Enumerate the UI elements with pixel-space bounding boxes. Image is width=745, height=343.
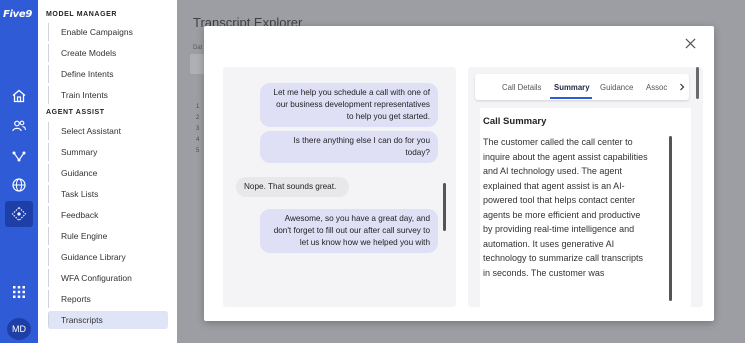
nav-item-select-assistant[interactable]: Select Assistant — [48, 122, 168, 140]
tabs-scrollbar[interactable] — [696, 67, 699, 99]
nav-item-reports[interactable]: Reports — [48, 290, 168, 308]
nav-item-summary[interactable]: Summary — [48, 143, 168, 161]
user-avatar[interactable]: MD — [7, 318, 31, 340]
nav-item-train-intents[interactable]: Train Intents — [48, 86, 168, 104]
section-agent-assist: AGENT ASSIST — [46, 109, 105, 116]
nav-item-feedback[interactable]: Feedback — [48, 206, 168, 224]
users-icon[interactable] — [5, 113, 33, 139]
summary-scrollbar[interactable] — [669, 136, 672, 301]
details-tabs: Call Details Summary Guidance Assoc — [475, 74, 689, 100]
home-icon[interactable] — [5, 83, 33, 109]
tab-assoc[interactable]: Assoc — [646, 74, 667, 100]
tab-call-details[interactable]: Call Details — [502, 74, 541, 100]
agent-assist-icon[interactable] — [5, 201, 33, 227]
row-number: 3 — [196, 126, 200, 132]
nav-item-guidance[interactable]: Guidance — [48, 164, 168, 182]
transcript-scrollbar[interactable] — [443, 183, 446, 231]
active-tab-indicator — [550, 97, 592, 99]
app-rail: Five9 MD — [0, 0, 38, 343]
nav-item-wfa-configuration[interactable]: WFA Configuration — [48, 269, 168, 287]
apps-grid-icon[interactable] — [5, 279, 33, 305]
nav-item-transcripts[interactable]: Transcripts — [48, 311, 168, 329]
close-icon[interactable] — [683, 36, 697, 50]
tab-guidance[interactable]: Guidance — [600, 74, 633, 100]
globe-icon[interactable] — [5, 172, 33, 198]
nav-item-create-models[interactable]: Create Models — [48, 44, 168, 62]
chevron-right-icon[interactable] — [674, 74, 689, 100]
nav-item-define-intents[interactable]: Define Intents — [48, 65, 168, 83]
nav-item-rule-engine[interactable]: Rule Engine — [48, 227, 168, 245]
transcript-modal: Let me help you schedule a call with one… — [204, 26, 714, 321]
nav-item-guidance-library[interactable]: Guidance Library — [48, 248, 168, 266]
details-panel: Call Details Summary Guidance Assoc Call… — [468, 67, 703, 307]
routing-icon[interactable] — [5, 143, 33, 169]
row-number: 2 — [196, 115, 200, 121]
nav-item-enable-campaigns[interactable]: Enable Campaigns — [48, 23, 168, 41]
agent-message: Awesome, so you have a great day, and do… — [260, 209, 438, 253]
customer-message: Nope. That sounds great. — [236, 177, 349, 197]
agent-message: Let me help you schedule a call with one… — [260, 83, 438, 127]
transcript-panel[interactable]: Let me help you schedule a call with one… — [223, 67, 456, 307]
filter-label: Dat — [193, 45, 203, 51]
section-model-manager: MODEL MANAGER — [46, 11, 118, 18]
nav-item-task-lists[interactable]: Task Lists — [48, 185, 168, 203]
row-number: 5 — [196, 148, 200, 154]
five9-logo: Five9 — [3, 9, 33, 20]
agent-message: Is there anything else I can do for you … — [260, 131, 438, 163]
summary-text: The customer called the call center to i… — [483, 137, 648, 278]
row-number: 4 — [196, 137, 200, 143]
summary-title: Call Summary — [483, 116, 547, 127]
secondary-nav: MODEL MANAGER Enable Campaigns Create Mo… — [38, 0, 177, 343]
row-number: 1 — [196, 104, 200, 110]
